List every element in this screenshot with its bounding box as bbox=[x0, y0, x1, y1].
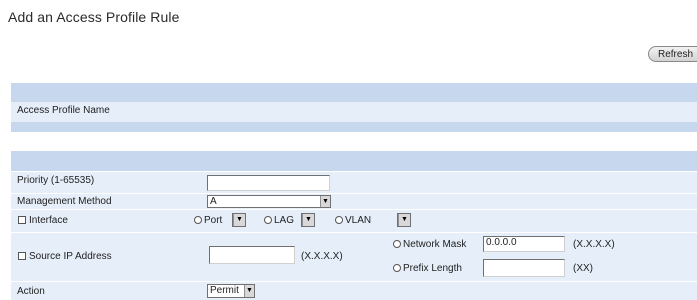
port-select[interactable]: ▼ bbox=[232, 213, 246, 227]
action-select[interactable]: Permit ▼ bbox=[207, 284, 255, 298]
prefix-length-radio[interactable] bbox=[393, 264, 401, 272]
management-method-row: Management Method A ▼ bbox=[11, 193, 697, 209]
page-title: Add an Access Profile Rule bbox=[8, 9, 180, 25]
prefix-length-input[interactable] bbox=[483, 259, 565, 277]
lag-label: LAG bbox=[274, 215, 295, 226]
network-mask-input[interactable]: 0.0.0.0 bbox=[483, 236, 565, 252]
source-ip-format-hint: (X.X.X.X) bbox=[301, 251, 343, 262]
chevron-down-icon: ▼ bbox=[302, 214, 314, 226]
rule-section-header bbox=[11, 151, 697, 171]
network-mask-format-hint: (X.X.X.X) bbox=[573, 239, 615, 250]
source-ip-label: Source IP Address bbox=[29, 251, 112, 262]
profile-section-footer bbox=[11, 122, 697, 132]
network-mask-radio[interactable] bbox=[393, 240, 401, 248]
refresh-button[interactable]: Refresh bbox=[648, 46, 697, 62]
port-label: Port bbox=[204, 215, 223, 226]
network-mask-option[interactable]: Network Mask bbox=[393, 239, 466, 250]
network-mask-label: Network Mask bbox=[403, 239, 467, 250]
access-profile-name-label: Access Profile Name bbox=[17, 105, 110, 116]
action-label: Action bbox=[17, 286, 45, 297]
profile-name-row: Access Profile Name bbox=[11, 102, 697, 122]
source-ip-row: Source IP Address (X.X.X.X) Network Mask… bbox=[11, 232, 697, 281]
port-option[interactable]: Port bbox=[194, 215, 222, 226]
profile-section-header bbox=[11, 83, 697, 102]
chevron-down-icon: ▼ bbox=[233, 214, 245, 226]
management-method-select[interactable]: A ▼ bbox=[207, 195, 331, 208]
vlan-option[interactable]: VLAN bbox=[335, 215, 371, 226]
interface-row: Interface Port ▼ LAG ▼ VLAN ▼ bbox=[11, 209, 697, 232]
priority-row: Priority (1-65535) bbox=[11, 171, 697, 193]
management-method-label: Management Method bbox=[17, 196, 112, 207]
chevron-down-icon: ▼ bbox=[398, 214, 410, 226]
action-row: Action Permit ▼ bbox=[11, 281, 697, 300]
priority-input[interactable] bbox=[207, 175, 330, 191]
prefix-length-label: Prefix Length bbox=[403, 263, 462, 274]
lag-option[interactable]: LAG bbox=[264, 215, 294, 226]
lag-select[interactable]: ▼ bbox=[301, 213, 315, 227]
action-value: Permit bbox=[210, 285, 239, 296]
source-ip-checkbox[interactable] bbox=[18, 252, 26, 260]
source-ip-input[interactable] bbox=[209, 246, 295, 264]
interface-label: Interface bbox=[29, 215, 68, 226]
interface-checkbox[interactable] bbox=[18, 216, 26, 224]
port-radio[interactable] bbox=[194, 216, 202, 224]
priority-label: Priority (1-65535) bbox=[17, 175, 95, 186]
source-ip-checkbox-group[interactable]: Source IP Address bbox=[18, 251, 112, 262]
chevron-down-icon: ▼ bbox=[320, 196, 330, 207]
prefix-length-format-hint: (XX) bbox=[573, 263, 593, 274]
prefix-length-option[interactable]: Prefix Length bbox=[393, 263, 462, 274]
vlan-label: VLAN bbox=[345, 215, 372, 226]
vlan-select[interactable]: ▼ bbox=[397, 213, 411, 227]
management-method-value: A bbox=[210, 196, 217, 207]
chevron-down-icon: ▼ bbox=[244, 285, 254, 297]
interface-checkbox-group[interactable]: Interface bbox=[18, 215, 68, 226]
lag-radio[interactable] bbox=[264, 216, 272, 224]
vlan-radio[interactable] bbox=[335, 216, 343, 224]
